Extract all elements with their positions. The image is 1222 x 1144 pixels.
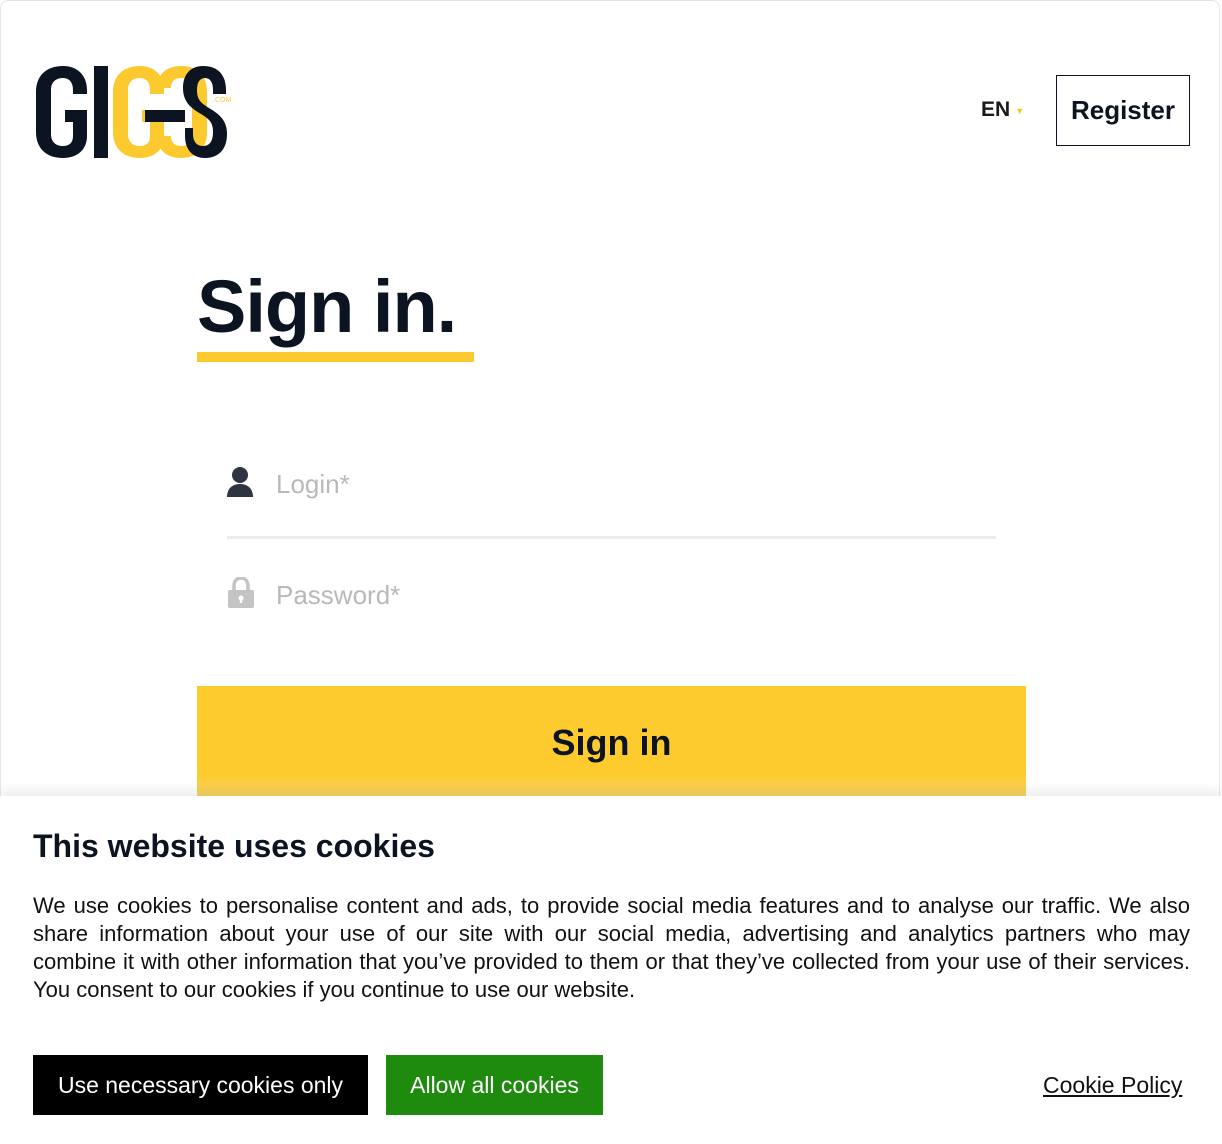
cookie-banner-text: We use cookies to personalise content an… — [33, 893, 1190, 1002]
necessary-cookies-button[interactable]: Use necessary cookies only — [33, 1055, 368, 1115]
lock-icon — [228, 577, 254, 608]
allow-all-cookies-button[interactable]: Allow all cookies — [386, 1055, 603, 1115]
login-underline — [227, 536, 996, 539]
cookie-policy-link[interactable]: Cookie Policy — [1043, 1072, 1182, 1099]
page-title: Sign in. — [197, 265, 457, 348]
cookie-banner: This website uses cookies We use cookies… — [0, 796, 1222, 1144]
giggs-logo[interactable]: .COM — [33, 62, 233, 162]
register-button[interactable]: Register — [1056, 75, 1190, 146]
chevron-down-icon: ▼ — [1015, 106, 1025, 116]
svg-text:.COM: .COM — [213, 97, 231, 104]
language-selector[interactable]: EN ▼ — [981, 98, 1024, 122]
cookie-banner-title: This website uses cookies — [33, 828, 435, 864]
language-label: EN — [981, 98, 1011, 121]
login-input[interactable] — [276, 464, 976, 504]
sign-in-button[interactable]: Sign in — [197, 686, 1026, 804]
title-underline — [197, 352, 474, 362]
user-icon — [227, 467, 253, 497]
password-input[interactable] — [276, 575, 976, 615]
